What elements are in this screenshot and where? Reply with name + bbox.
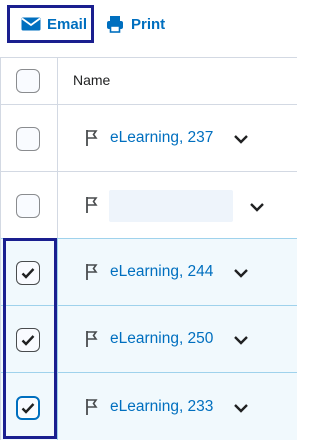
name-column-header[interactable]: Name: [73, 72, 110, 88]
row-checkbox[interactable]: [16, 396, 40, 420]
select-cell: [1, 306, 58, 372]
email-label: Email: [47, 15, 88, 33]
table-row: eLearning, 244: [1, 238, 297, 305]
user-name-link[interactable]: eLearning, 250: [110, 330, 213, 348]
user-name-link[interactable]: eLearning, 233: [110, 398, 213, 416]
flag-icon: [86, 197, 98, 213]
row-checkbox[interactable]: [16, 127, 40, 151]
flag-icon: [86, 331, 98, 347]
select-cell: [1, 373, 58, 440]
table-header: Name: [1, 57, 297, 104]
row-checkbox[interactable]: [16, 261, 40, 285]
chevron-down-icon[interactable]: [233, 267, 249, 279]
table-row: [1, 171, 297, 238]
table-row: eLearning, 250: [1, 305, 297, 372]
flag-icon: [86, 130, 98, 146]
flag-icon: [86, 399, 98, 415]
flag-icon: [86, 264, 98, 280]
chevron-down-icon[interactable]: [233, 133, 249, 145]
checkmark-icon: [21, 268, 35, 279]
envelope-icon: [21, 17, 41, 31]
email-button[interactable]: Email: [7, 5, 94, 43]
chevron-down-icon[interactable]: [249, 201, 265, 213]
row-checkbox[interactable]: [16, 328, 40, 352]
select-column-header: [1, 58, 58, 104]
print-label: Print: [131, 15, 166, 33]
table-row: eLearning, 237: [1, 104, 297, 171]
select-all-checkbox[interactable]: [16, 69, 40, 93]
checkmark-icon: [21, 403, 35, 414]
checkmark-icon: [21, 335, 35, 346]
select-cell: [1, 239, 58, 305]
printer-icon: [106, 15, 124, 33]
table-row: eLearning, 233: [1, 372, 297, 440]
select-cell: [1, 105, 58, 171]
row-checkbox[interactable]: [16, 194, 40, 218]
chevron-down-icon[interactable]: [233, 334, 249, 346]
chevron-down-icon[interactable]: [233, 402, 249, 414]
redacted-name: [109, 190, 233, 222]
user-table: Name eLearning, 237 eLearning, 244 eLear…: [0, 57, 297, 440]
user-name-link[interactable]: eLearning, 237: [110, 129, 213, 147]
user-name-link[interactable]: eLearning, 244: [110, 263, 213, 281]
select-cell: [1, 172, 58, 238]
print-button[interactable]: Print: [106, 13, 165, 35]
toolbar: Email Print: [0, 0, 296, 48]
